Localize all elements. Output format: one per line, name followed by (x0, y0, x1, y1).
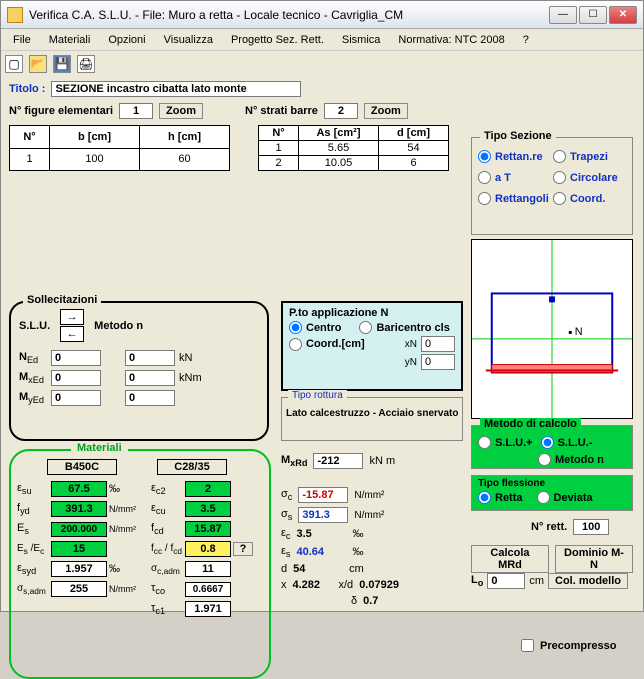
arrow-right-button[interactable]: → (60, 309, 84, 325)
c3-input[interactable] (125, 370, 175, 386)
metodo-calcolo-group: Metodo di calcolo S.L.U.+ S.L.U.- Metodo… (471, 425, 633, 469)
soll-legend: Sollecitazioni (23, 294, 101, 306)
arrow-left-button[interactable]: ← (60, 326, 84, 342)
help-icon[interactable]: ? (233, 542, 253, 556)
c2-input[interactable] (125, 350, 175, 366)
cls-button[interactable]: C28/35 (157, 459, 227, 475)
precompresso-label: Precompresso (540, 640, 616, 652)
app-icon (7, 7, 23, 23)
myed-input[interactable] (51, 390, 101, 406)
nrett-input[interactable] (573, 519, 609, 535)
titolo-label: Titolo : (9, 83, 45, 95)
sigma-c-output (298, 487, 348, 503)
menu-normativa[interactable]: Normativa: NTC 2008 (390, 32, 512, 48)
menu-opzioni[interactable]: Opzioni (100, 32, 153, 48)
menu-file[interactable]: File (5, 32, 39, 48)
radio-metodo-n[interactable] (538, 453, 551, 466)
lo-input[interactable] (487, 573, 525, 589)
menu-sismica[interactable]: Sismica (334, 32, 389, 48)
close-button[interactable]: ✕ (609, 6, 637, 24)
menu-help[interactable]: ? (515, 32, 537, 48)
radio-circolare[interactable] (553, 171, 566, 184)
nstrati-label: N° strati barre (245, 105, 318, 117)
pto-legend: P.to applicazione N (289, 307, 455, 319)
metodo-n-label: Metodo n (94, 320, 143, 332)
xn-input[interactable] (421, 336, 455, 352)
radio-at[interactable] (478, 171, 491, 184)
section-preview: N (471, 239, 633, 419)
radio-retta[interactable] (478, 491, 491, 504)
nrett-label: N° rett. (531, 521, 567, 533)
radio-rettan[interactable] (478, 150, 491, 163)
rottura-legend: Tipo rottura (288, 390, 347, 401)
minimize-button[interactable]: — (549, 6, 577, 24)
radio-centro[interactable] (289, 321, 302, 334)
titolo-input[interactable] (51, 81, 301, 97)
radio-baricentro[interactable] (359, 321, 372, 334)
titlebar: Verifica C.A. S.L.U. - File: Muro a rett… (1, 1, 643, 29)
radio-coord-sez[interactable] (553, 192, 566, 205)
dominio-mn-button[interactable]: Dominio M-N (555, 545, 633, 573)
materiali-group: Materiali B450C C28/35 εsu67.5‰ εc22 fyd… (9, 449, 271, 679)
sigma-s-output (298, 507, 348, 523)
print-icon[interactable]: 🖨 (77, 55, 95, 73)
window-title: Verifica C.A. S.L.U. - File: Muro a rett… (29, 8, 549, 22)
sollecitazioni-group: Sollecitazioni S.L.U. → ← Metodo n NEd k… (9, 301, 269, 441)
pto-applicazione-group: P.to applicazione N Centro Baricentro cl… (281, 301, 463, 391)
mxrd-output (313, 453, 363, 469)
rottura-text: Lato calcestruzzo - Acciaio snervato (286, 408, 458, 419)
mat-legend: Materiali (71, 442, 128, 454)
radio-slu-minus[interactable] (541, 436, 554, 449)
menu-materiali[interactable]: Materiali (41, 32, 99, 48)
radio-coord[interactable] (289, 338, 302, 351)
mxed-input[interactable] (51, 370, 101, 386)
radio-slu-plus[interactable] (478, 436, 491, 449)
menu-visualizza[interactable]: Visualizza (156, 32, 221, 48)
calcola-mrd-button[interactable]: Calcola MRd (471, 545, 549, 573)
bar-table[interactable]: N°As [cm²]d [cm] 15.6554 210.056 (258, 125, 449, 171)
precompresso-checkbox[interactable] (521, 639, 534, 652)
radio-deviata[interactable] (537, 491, 550, 504)
tipo-rottura-group: Tipo rottura Lato calcestruzzo - Acciaio… (281, 397, 463, 441)
zoom-fig-button[interactable]: Zoom (159, 103, 203, 119)
figure-table[interactable]: N°b [cm]h [cm] 110060 (9, 125, 230, 171)
c4-input[interactable] (125, 390, 175, 406)
open-icon[interactable]: 📂 (29, 55, 47, 73)
col-modello-button[interactable]: Col. modello (548, 573, 628, 589)
acciaio-button[interactable]: B450C (47, 459, 117, 475)
toolbar: ▢ 📂 💾 🖨 (1, 51, 643, 77)
new-icon[interactable]: ▢ (5, 55, 23, 73)
nstrati-input[interactable] (324, 103, 358, 119)
tipo-flessione-group: Tipo flessione Retta Deviata (471, 475, 633, 511)
ned-input[interactable] (51, 350, 101, 366)
svg-text:N: N (575, 326, 583, 338)
maximize-button[interactable]: ☐ (579, 6, 607, 24)
menubar: File Materiali Opzioni Visualizza Proget… (1, 29, 643, 51)
yn-input[interactable] (421, 354, 455, 370)
menu-progetto[interactable]: Progetto Sez. Rett. (223, 32, 332, 48)
save-icon[interactable]: 💾 (53, 55, 71, 73)
nfig-label: N° figure elementari (9, 105, 113, 117)
radio-rettangoli[interactable] (478, 192, 491, 205)
radio-trapezi[interactable] (553, 150, 566, 163)
nfig-input[interactable] (119, 103, 153, 119)
slu-label: S.L.U. (19, 320, 50, 332)
zoom-bar-button[interactable]: Zoom (364, 103, 408, 119)
tipo-sezione-group: Tipo Sezione Rettan.re Trapezi a T Circo… (471, 137, 633, 235)
results-panel: MxRd kN m σc N/mm² σs N/mm² εc 3.5‰ εs 4… (281, 449, 463, 611)
